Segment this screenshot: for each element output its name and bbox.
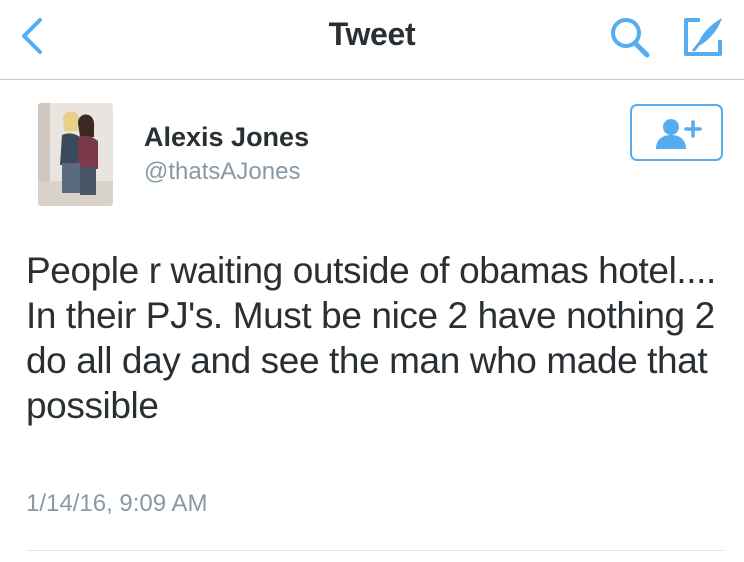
avatar-photo [38, 103, 113, 206]
compose-tweet-icon [684, 18, 722, 56]
tweet-timestamp[interactable]: 1/14/16, 9:09 AM [26, 490, 207, 518]
divider [26, 550, 724, 551]
add-user-icon [656, 119, 702, 149]
navigation-bar: Tweet [0, 0, 744, 80]
search-icon [611, 18, 650, 58]
avatar[interactable] [38, 103, 113, 206]
compose-tweet-button[interactable] [680, 14, 728, 60]
tweet-author-header: Alexis Jones @thatsAJones [0, 80, 744, 220]
author-handle[interactable]: @thatsAJones [144, 158, 300, 186]
author-name[interactable]: Alexis Jones [144, 122, 309, 153]
follow-button[interactable] [630, 104, 723, 161]
search-button[interactable] [606, 14, 656, 60]
tweet-text: People r waiting outside of obamas hotel… [26, 250, 716, 426]
